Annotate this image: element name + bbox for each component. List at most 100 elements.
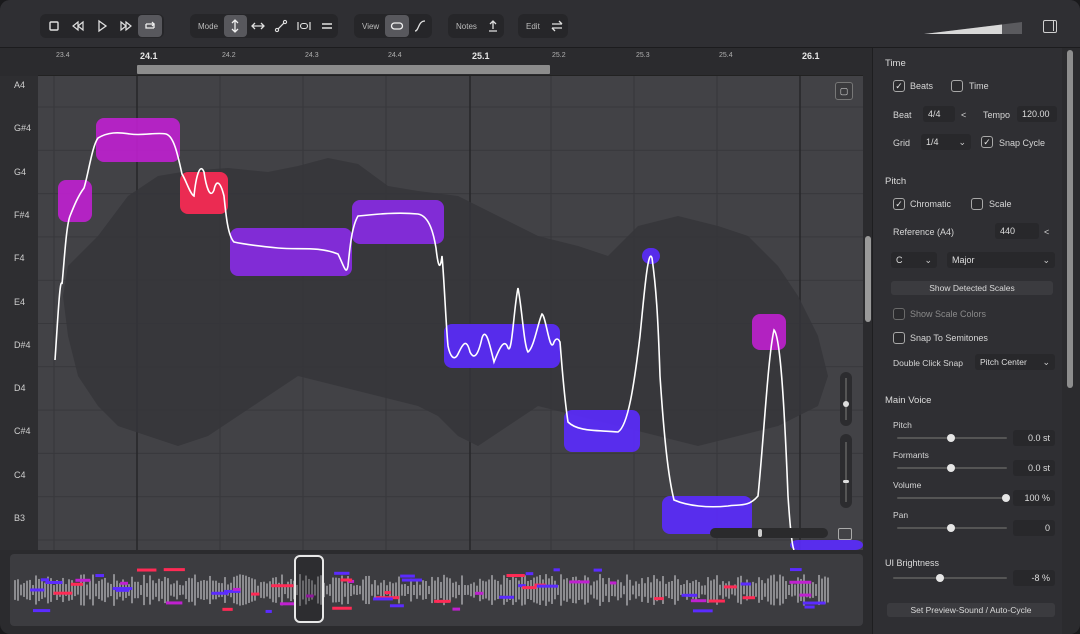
overview-note [40,578,49,582]
time-section-title: Time [885,58,906,69]
snap-semitones-checkbox[interactable] [893,332,905,344]
show-detected-scales-button[interactable]: Show Detected Scales [891,281,1053,295]
show-scale-colors-checkbox[interactable] [893,308,905,320]
note-blob[interactable] [96,118,180,162]
notes-adjust-button[interactable] [483,15,504,37]
overview-wave-bar [455,581,457,599]
note-blob[interactable] [352,200,444,244]
horizontal-zoom-slider[interactable] [710,528,828,538]
overview-wave-bar [260,582,262,598]
panel-scrollbar[interactable] [1062,48,1080,634]
reference-field[interactable]: 440 [995,223,1039,239]
double-click-snap-dropdown[interactable]: Pitch Center ⌄ [975,354,1055,370]
rewind-button[interactable] [66,15,90,37]
fit-view-button[interactable]: ▢ [835,82,853,100]
horizontal-arrows-icon [251,22,266,30]
ui-brightness-field[interactable]: -8 % [1013,570,1055,586]
fit-icon: ▢ [839,85,849,96]
overview-wave-bar [728,581,730,599]
edit-swap-button[interactable] [546,15,568,37]
overview-wave-bar [533,577,535,603]
ruler-tick-label: 24.3 [305,52,319,59]
overview-wave-bar [275,577,277,603]
overview-note [95,574,105,578]
overview-note [334,571,350,575]
timeline-ruler[interactable]: 23.4 24.1 24.2 24.3 24.4 25.1 25.2 25.3 25.4 26.1 [38,48,863,76]
vertical-zoom-slider[interactable] [838,372,854,508]
scale-dropdown[interactable]: Major ⌄ [947,252,1055,268]
ui-brightness-knob[interactable] [936,574,944,582]
snap-cycle-checkbox[interactable]: ✓ [981,136,993,148]
overview-wave-bar [722,581,724,599]
cycle-button[interactable] [138,15,162,37]
editor-vertical-scrollbar[interactable] [865,236,871,322]
ruler-tick-label: 26.1 [802,51,820,61]
overview-wave-bar [368,575,370,605]
fast-forward-button[interactable] [114,15,138,37]
output-level-meter[interactable] [924,22,1022,34]
overview-view-window[interactable] [294,555,324,623]
volume-knob[interactable] [1002,494,1010,502]
note-blob[interactable] [180,172,228,214]
draw-tool-button[interactable] [270,15,293,37]
volume-field[interactable]: 100 % [1013,490,1055,506]
view-notes-button[interactable] [385,15,409,37]
time-checkbox[interactable] [951,80,963,92]
overview-wave-bar [794,584,796,596]
pan-label: Pan [893,510,909,520]
beat-field[interactable]: 4/4 [923,106,955,122]
note-blob[interactable] [790,540,863,550]
split-tool-button[interactable] [292,15,315,37]
overview-wave-bar [251,578,253,602]
note-blob[interactable] [58,180,92,222]
grid-dropdown[interactable]: 1/4 ⌄ [921,134,971,150]
horizontal-zoom-knob[interactable] [758,529,762,537]
beats-checkbox[interactable]: ✓ [893,80,905,92]
snap-tool-button[interactable] [315,15,338,37]
reference-arrow[interactable]: < [1044,227,1049,237]
overview-wave-bar [482,580,484,600]
beat-arrow[interactable]: < [961,110,966,120]
overview-note [804,605,815,609]
stop-button[interactable] [42,15,66,37]
cycle-region[interactable] [137,65,550,74]
view-curve-button[interactable] [409,15,432,37]
blob-view-icon [390,22,404,30]
overview-note [166,601,183,605]
overview-wave-bar [197,582,199,598]
formants-knob[interactable] [947,464,955,472]
time-tool-button[interactable] [247,15,270,37]
overview-wave-bar [527,581,529,599]
piano-roll-icon[interactable] [838,528,852,540]
mode-label: Mode [198,21,219,31]
chromatic-checkbox[interactable]: ✓ [893,198,905,210]
panel-toggle-icon[interactable] [1043,20,1057,33]
scale-checkbox[interactable] [971,198,983,210]
play-button[interactable] [90,15,114,37]
overview-wave-bar [140,585,142,595]
volume-slider[interactable] [897,497,1007,499]
panel-scrollbar-thumb[interactable] [1067,50,1073,388]
key-label: A4 [14,80,26,90]
pan-field[interactable]: 0 [1013,520,1055,536]
time-label: Time [969,81,989,91]
key-dropdown[interactable]: C ⌄ [891,252,937,268]
pan-knob[interactable] [947,524,955,532]
key-value: C [896,255,903,265]
overview-note [525,572,534,576]
mode-group: Mode [190,14,338,38]
note-editor[interactable]: ▢ [38,76,863,550]
voice-pitch-knob[interactable] [947,434,955,442]
grid-value: 1/4 [926,137,939,147]
volume-label: Volume [893,480,922,490]
tempo-field[interactable]: 120.00 [1017,106,1057,122]
overview-wave-bar [755,583,757,597]
note-blob[interactable] [752,314,786,350]
pitch-tool-button[interactable] [224,15,247,37]
formants-field[interactable]: 0.0 st [1013,460,1055,476]
overview-note [692,609,713,613]
ui-brightness-slider[interactable] [893,577,1007,579]
preview-sound-button[interactable]: Set Preview-Sound / Auto-Cycle [887,603,1055,617]
voice-pitch-field[interactable]: 0.0 st [1013,430,1055,446]
overview-navigator[interactable] [10,554,863,626]
